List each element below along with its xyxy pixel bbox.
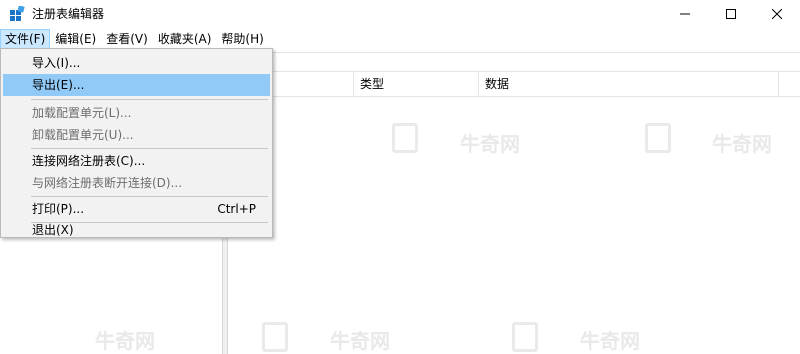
menu-item-label: 连接网络注册表(C)... (32, 154, 146, 168)
menu-bar: 文件(F) 编辑(E) 查看(V) 收藏夹(A) 帮助(H) (0, 29, 800, 49)
registry-editor-window: 注册表编辑器 文件(F) 编辑(E) 查看(V) 收藏夹(A) 帮助(H) 类型… (0, 0, 800, 354)
menu-view[interactable]: 查看(V) (101, 29, 153, 49)
menu-item-disconnect-network-registry: 与网络注册表断开连接(D)... (3, 172, 270, 194)
shortcut-label: Ctrl+P (217, 202, 256, 216)
menu-item-export[interactable]: 导出(E)... (3, 74, 270, 96)
watermark-logo (262, 322, 288, 352)
menu-item-load-hive: 加载配置单元(L)... (3, 102, 270, 124)
watermark-logo (645, 123, 671, 153)
menu-item-label: 导入(I)... (32, 56, 81, 70)
file-menu-dropdown: 导入(I)... 导出(E)... 加载配置单元(L)... 卸载配置单元(U)… (0, 48, 273, 238)
menu-item-exit[interactable]: 退出(X) (3, 224, 270, 236)
menu-item-connect-network-registry[interactable]: 连接网络注册表(C)... (3, 150, 270, 172)
menu-file[interactable]: 文件(F) (0, 29, 51, 49)
menu-item-label: 导出(E)... (32, 78, 85, 92)
list-header: 类型 数据 (228, 72, 800, 97)
menu-item-label: 退出(X) (32, 223, 74, 237)
watermark-logo (392, 123, 418, 153)
menu-separator (31, 148, 268, 149)
menu-separator (31, 99, 268, 100)
column-header-type[interactable]: 类型 (354, 72, 479, 96)
maximize-button[interactable] (708, 0, 754, 28)
column-header-data[interactable]: 数据 (479, 72, 779, 96)
registry-editor-icon (10, 6, 25, 21)
title-bar: 注册表编辑器 (0, 0, 800, 28)
menu-item-unload-hive: 卸载配置单元(U)... (3, 124, 270, 146)
close-icon (772, 9, 782, 19)
menu-item-label: 与网络注册表断开连接(D)... (32, 176, 183, 190)
menu-edit[interactable]: 编辑(E) (50, 29, 101, 49)
menu-help[interactable]: 帮助(H) (216, 29, 268, 49)
minimize-button[interactable] (662, 0, 708, 28)
menu-favorites[interactable]: 收藏夹(A) (153, 29, 217, 49)
menu-separator (31, 196, 268, 197)
watermark-logo (512, 322, 538, 352)
menu-item-label: 加载配置单元(L)... (32, 106, 132, 120)
close-button[interactable] (754, 0, 800, 28)
menu-item-label: 卸载配置单元(U)... (32, 128, 134, 142)
menu-item-print[interactable]: 打印(P)... Ctrl+P (3, 198, 270, 220)
value-list-pane[interactable]: 类型 数据 (228, 72, 800, 354)
maximize-icon (726, 9, 736, 19)
menu-item-import[interactable]: 导入(I)... (3, 52, 270, 74)
minimize-icon (680, 13, 690, 15)
menu-item-label: 打印(P)... (32, 202, 85, 216)
window-title: 注册表编辑器 (32, 7, 105, 21)
